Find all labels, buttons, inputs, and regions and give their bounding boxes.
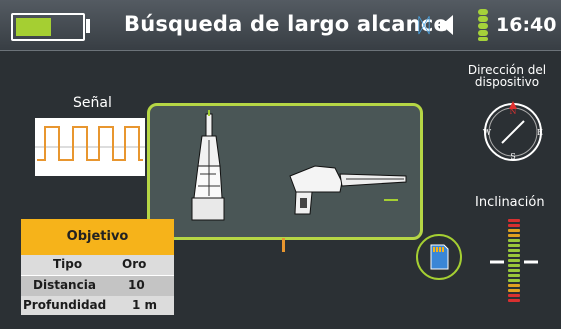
pistol-detector-image (289, 165, 407, 215)
table-row: Tipo Oro (21, 255, 174, 275)
table-row: Profundidad 1 m (21, 296, 174, 315)
compass-west: W (483, 128, 492, 137)
inclination-bar (508, 249, 520, 252)
objective-key: Distancia (33, 278, 96, 292)
device-overlay-panel (147, 103, 423, 240)
inclination-label: Inclinación (475, 195, 545, 210)
compass-north: N (510, 107, 517, 116)
sd-card-icon (430, 244, 449, 270)
battery-level-fill (16, 18, 51, 36)
compass-icon: N S E W (483, 101, 543, 161)
header-bar: Búsqueda de largo alcance ᛞ 16:40 (0, 0, 561, 51)
objective-key: Profundidad (23, 298, 107, 312)
inclination-gauge (490, 219, 538, 302)
signal-waveform (35, 118, 145, 176)
signal-label: Señal (73, 95, 112, 111)
inclination-bar (508, 279, 520, 282)
signal-bars-icon (478, 9, 488, 41)
objective-header: Objetivo (21, 219, 174, 255)
battery-icon (11, 13, 85, 41)
inclination-bar (508, 229, 520, 232)
objective-key: Tipo (53, 257, 83, 271)
inclination-bar (508, 274, 520, 277)
inclination-bar (508, 239, 520, 242)
clock: 16:40 (496, 14, 557, 36)
battery-tip (86, 19, 90, 33)
center-marker (282, 238, 285, 252)
direction-label: Dirección del dispositivo (467, 63, 547, 89)
inclination-bar (508, 219, 520, 222)
table-row: Distancia 10 (21, 276, 174, 296)
page-title: Búsqueda de largo alcance (124, 12, 448, 36)
sd-card-button[interactable] (416, 234, 462, 280)
inclination-bar (508, 264, 520, 267)
inclination-bar (508, 259, 520, 262)
inclination-bar (508, 299, 520, 302)
inclination-bar (508, 224, 520, 227)
inclination-bar (508, 269, 520, 272)
inclination-bar (508, 289, 520, 292)
objective-value: 1 m (132, 298, 158, 312)
compass-east: E (537, 128, 543, 137)
objective-value: Oro (122, 257, 147, 271)
inclination-bar (508, 254, 520, 257)
speaker-icon[interactable] (438, 14, 464, 36)
inclination-bar (508, 294, 520, 297)
inclination-bar (508, 244, 520, 247)
compass-south: S (510, 152, 515, 161)
objective-table: Objetivo Tipo Oro Distancia 10 Profundid… (21, 219, 174, 315)
device-illustration (191, 110, 407, 221)
inclination-bar (508, 284, 520, 287)
inclination-bar (508, 234, 520, 237)
vertical-detector-image (191, 110, 225, 221)
bluetooth-icon[interactable]: ᛞ (418, 13, 430, 37)
objective-value: 10 (128, 278, 145, 292)
